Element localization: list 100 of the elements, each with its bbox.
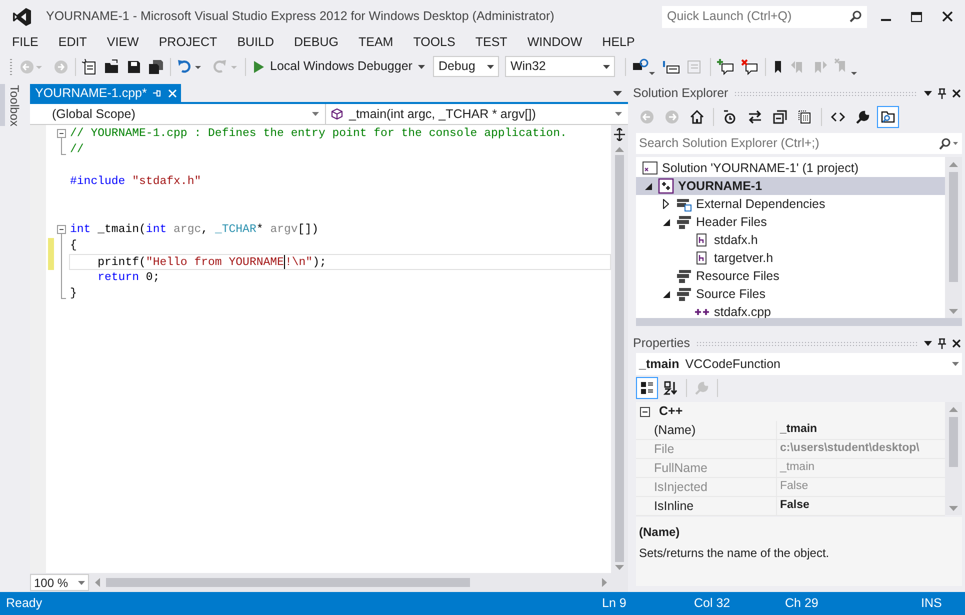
configuration-dropdown[interactable]: Debug bbox=[433, 56, 500, 77]
column-number: Col 32 bbox=[694, 595, 732, 612]
category-label: C++ bbox=[659, 403, 683, 420]
code-line: } bbox=[69, 286, 78, 302]
search-button[interactable] bbox=[849, 6, 867, 28]
start-debugging-button[interactable]: Local Windows Debugger bbox=[252, 56, 428, 78]
tree-item[interactable]: stdafx.cpp bbox=[636, 303, 771, 318]
close-icon[interactable] bbox=[952, 89, 961, 98]
collapse-icon[interactable] bbox=[640, 406, 650, 416]
cube-icon bbox=[331, 108, 343, 120]
close-icon[interactable] bbox=[952, 339, 961, 348]
solution-icon bbox=[642, 160, 658, 176]
vertical-scrollbar[interactable] bbox=[611, 125, 628, 573]
menu-item[interactable]: VIEW bbox=[96, 33, 149, 51]
filter-folder-icon bbox=[676, 268, 692, 284]
object-name: _tmain bbox=[639, 356, 680, 373]
close-icon[interactable] bbox=[942, 11, 953, 22]
search-field[interactable]: Search Solution Explorer (Ctrl+;) bbox=[636, 133, 939, 154]
save-all-icon[interactable] bbox=[148, 58, 164, 74]
dropdown-arrow-icon bbox=[487, 64, 494, 68]
line-number: Ln 9 bbox=[602, 595, 628, 612]
selected-tree-row[interactable]: YOURNAME-1 bbox=[636, 177, 945, 195]
property-value[interactable]: _tmain bbox=[777, 421, 945, 439]
panel-title: Solution Explorer bbox=[633, 85, 728, 102]
expanded-arrow-icon[interactable] bbox=[644, 182, 652, 190]
visual-studio-logo-icon bbox=[12, 6, 32, 26]
search-icon bbox=[849, 10, 862, 23]
search-icon bbox=[939, 138, 959, 150]
find-in-files-icon[interactable] bbox=[632, 58, 656, 76]
dropdown-arrow-icon bbox=[312, 112, 319, 116]
horizontal-scrollbar[interactable] bbox=[95, 578, 607, 587]
menu-item[interactable]: EDIT bbox=[48, 33, 97, 51]
dropdown-arrow-icon[interactable] bbox=[924, 91, 932, 96]
expanded-arrow-icon[interactable] bbox=[662, 290, 670, 298]
expanded-arrow-icon[interactable] bbox=[662, 218, 670, 226]
panel-title: Properties bbox=[633, 335, 690, 352]
remove-comment-icon[interactable] bbox=[741, 58, 760, 74]
collapse-icon[interactable] bbox=[56, 222, 66, 238]
indent-icon[interactable] bbox=[662, 58, 680, 74]
open-folder-icon[interactable] bbox=[104, 58, 120, 74]
zoom-dropdown[interactable]: 100 % bbox=[30, 574, 89, 591]
menu-item[interactable]: DEBUG bbox=[284, 33, 348, 51]
quick-launch-field[interactable]: Quick Launch (Ctrl+Q) bbox=[662, 6, 849, 28]
tree-item[interactable]: Resource Files bbox=[636, 267, 780, 285]
member-dropdown[interactable]: _tmain(int argc, _TCHAR * argv[]) bbox=[326, 104, 628, 124]
code-line: // bbox=[69, 142, 85, 158]
play-icon bbox=[254, 60, 264, 72]
collapse-icon[interactable] bbox=[56, 126, 66, 142]
tree-item[interactable]: Source Files bbox=[636, 285, 766, 303]
menu-item[interactable]: TOOLS bbox=[403, 33, 466, 51]
scope-dropdown[interactable]: (Global Scope) bbox=[30, 104, 326, 124]
add-comment-icon[interactable] bbox=[717, 58, 736, 74]
dropdown-arrow-icon bbox=[603, 64, 610, 68]
menu-item[interactable]: TEAM bbox=[348, 33, 404, 51]
vertical-scrollbar[interactable] bbox=[945, 402, 962, 515]
menu-item[interactable]: BUILD bbox=[227, 33, 284, 51]
tree-item[interactable]: External Dependencies bbox=[636, 195, 826, 213]
description-text: Sets/returns the name of the object. bbox=[639, 545, 830, 562]
tree-item[interactable]: Solution 'YOURNAME-1' (1 project) bbox=[636, 159, 859, 177]
split-icon[interactable] bbox=[614, 128, 625, 141]
toolbox-tab[interactable]: Toolbox bbox=[0, 84, 24, 126]
dependencies-icon bbox=[676, 196, 692, 212]
collapsed-arrow-icon[interactable] bbox=[663, 199, 669, 209]
tree-item[interactable]: stdafx.h bbox=[636, 231, 758, 249]
pin-icon[interactable] bbox=[938, 338, 946, 349]
scroll-thumb[interactable] bbox=[949, 172, 958, 282]
tree-item[interactable]: targetver.h bbox=[636, 249, 774, 267]
search-button[interactable] bbox=[939, 133, 962, 154]
description-title: (Name) bbox=[639, 524, 681, 541]
dropdown-arrow-icon bbox=[615, 112, 622, 116]
dropdown-arrow-icon[interactable] bbox=[924, 341, 932, 346]
scroll-thumb[interactable] bbox=[615, 155, 624, 562]
tree-item[interactable]: Header Files bbox=[636, 213, 767, 231]
maximize-icon[interactable] bbox=[911, 12, 922, 22]
object-dropdown[interactable]: _tmain VCCodeFunction bbox=[636, 353, 962, 375]
categorized-icon[interactable] bbox=[636, 377, 658, 399]
folder-search-icon[interactable] bbox=[877, 106, 899, 128]
code-line: int _tmain(int argc, _TCHAR* argv[]) bbox=[69, 222, 320, 238]
vertical-scrollbar[interactable] bbox=[945, 157, 962, 318]
code-line: #include "stdafx.h" bbox=[69, 174, 202, 190]
tree-item[interactable]: YOURNAME-1 bbox=[678, 176, 762, 196]
tab-list-arrow-icon[interactable] bbox=[613, 91, 622, 96]
insert-mode: INS bbox=[921, 595, 943, 612]
status-message: Ready bbox=[6, 595, 42, 612]
property-value[interactable]: False bbox=[777, 497, 945, 515]
window-title: YOURNAME-1 - Microsoft Visual Studio Express 2012 for Windows Desktop (Administrator) bbox=[46, 8, 554, 26]
menu-item[interactable]: FILE bbox=[2, 33, 48, 51]
menu-item[interactable]: TEST bbox=[465, 33, 518, 51]
save-icon[interactable] bbox=[126, 58, 142, 74]
new-project-icon[interactable] bbox=[82, 58, 98, 74]
platform-dropdown[interactable]: Win32 bbox=[505, 56, 616, 77]
dropdown-arrow-icon bbox=[952, 362, 959, 366]
pin-icon[interactable] bbox=[938, 88, 946, 99]
menu-item[interactable]: PROJECT bbox=[148, 33, 228, 51]
menu-item[interactable]: WINDOW bbox=[517, 33, 592, 51]
project-icon bbox=[658, 178, 674, 194]
menu-item[interactable]: HELP bbox=[592, 33, 645, 51]
scroll-thumb[interactable] bbox=[106, 578, 470, 587]
horizontal-scrollbar[interactable] bbox=[636, 318, 962, 326]
scroll-thumb[interactable] bbox=[949, 417, 958, 467]
